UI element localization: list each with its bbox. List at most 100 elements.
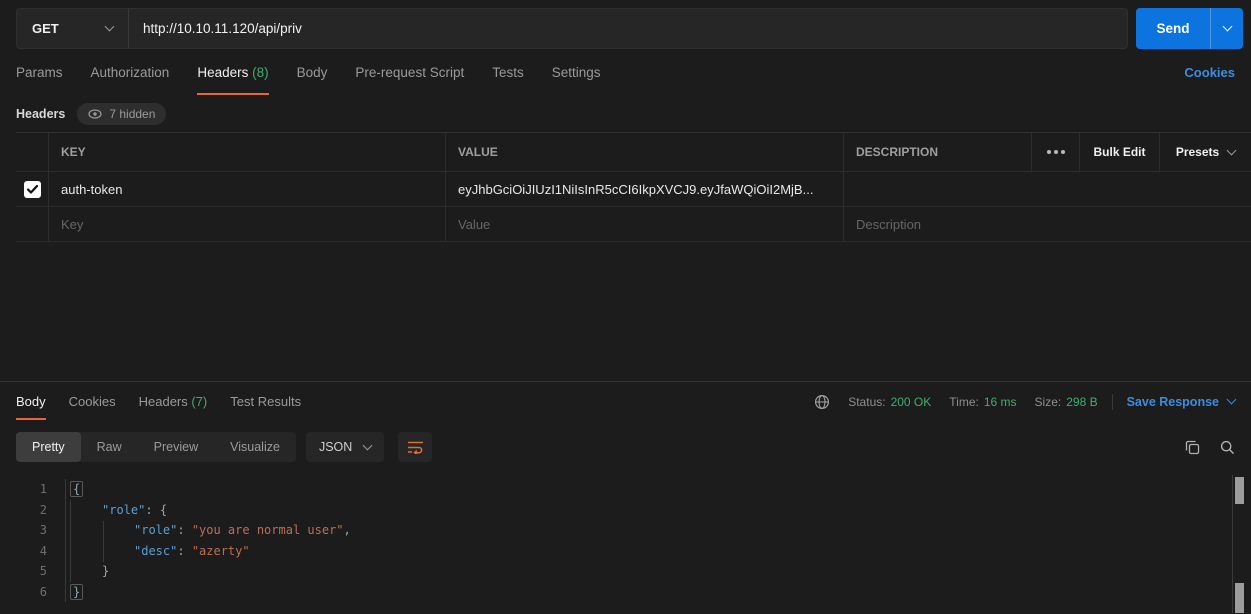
view-raw[interactable]: Raw	[81, 432, 138, 462]
json-punct: :	[145, 503, 159, 517]
method-select[interactable]: GET	[17, 9, 129, 48]
more-options-button[interactable]	[1031, 133, 1079, 171]
json-string-value: "azerty"	[192, 544, 250, 558]
status-value: 200 OK	[891, 395, 932, 409]
json-comma: ,	[344, 523, 351, 537]
row-check-cell	[16, 207, 48, 241]
scrollbar-thumb[interactable]	[1235, 583, 1244, 613]
size-label: Size:	[1035, 395, 1062, 409]
code-content: }	[66, 582, 83, 603]
line-number: 3	[0, 520, 66, 541]
hidden-headers-label: 7 hidden	[109, 107, 155, 121]
json-key: "role"	[102, 503, 145, 517]
header-description-cell[interactable]	[843, 172, 1251, 206]
time-item: Time: 16 ms	[949, 395, 1016, 409]
fold-brace[interactable]: }	[70, 584, 83, 600]
tab-authorization[interactable]: Authorization	[91, 50, 170, 95]
json-key: "desc"	[134, 544, 177, 558]
response-body-viewer: 1 { 2 "role": { 3 "role": "you are norma…	[0, 473, 1251, 613]
headers-panel-header: Headers 7 hidden	[0, 96, 1251, 132]
search-icon	[1220, 440, 1235, 455]
response-tab-headers[interactable]: Headers (7)	[139, 383, 208, 420]
code-content: }	[66, 561, 109, 582]
dot-icon	[1054, 150, 1058, 154]
search-button[interactable]	[1220, 440, 1235, 455]
code-line: 6 }	[0, 582, 1251, 603]
tab-headers-count: (8)	[252, 65, 269, 80]
json-punct: :	[177, 544, 191, 558]
tab-body[interactable]: Body	[297, 50, 328, 95]
headers-panel-title: Headers	[16, 107, 65, 121]
scrollbar-thumb[interactable]	[1235, 477, 1244, 504]
tab-tests[interactable]: Tests	[492, 50, 524, 95]
line-number: 6	[0, 582, 66, 603]
view-preview[interactable]: Preview	[138, 432, 214, 462]
chevron-down-icon	[1227, 145, 1237, 155]
response-tab-test-results[interactable]: Test Results	[230, 383, 301, 420]
send-options-button[interactable]	[1210, 8, 1243, 49]
header-value-cell[interactable]: eyJhbGciOiJIUzI1NiIsInR5cCI6IkpXVCJ9.eyJ…	[445, 172, 843, 206]
code-line: 5 }	[0, 561, 1251, 582]
header-key-cell[interactable]: auth-token	[48, 172, 445, 206]
tab-prerequest-script[interactable]: Pre-request Script	[355, 50, 464, 95]
time-label: Time:	[949, 395, 979, 409]
chevron-down-icon	[1222, 22, 1232, 32]
presets-label: Presets	[1176, 145, 1219, 159]
view-pretty[interactable]: Pretty	[16, 432, 81, 462]
json-punct: :	[177, 523, 191, 537]
save-response-button[interactable]: Save Response	[1127, 395, 1235, 409]
code-line: 3 "role": "you are normal user",	[0, 520, 1251, 541]
chevron-down-icon	[363, 440, 373, 450]
format-dropdown[interactable]: JSON	[306, 432, 384, 462]
tab-params[interactable]: Params	[16, 50, 63, 95]
size-value: 298 B	[1066, 395, 1097, 409]
method-label: GET	[32, 21, 59, 36]
eye-icon	[88, 109, 102, 119]
status-label: Status:	[848, 395, 885, 409]
url-input[interactable]: http://10.10.11.120/api/priv	[129, 9, 1127, 48]
json-string-value: "you are normal user"	[192, 523, 344, 537]
code-content: "desc": "azerty"	[66, 541, 250, 562]
copy-button[interactable]	[1185, 440, 1200, 455]
chevron-down-icon	[1227, 395, 1237, 405]
headers-table: KEY VALUE DESCRIPTION Bulk Edit Presets …	[16, 132, 1251, 242]
header-enabled-checkbox[interactable]	[24, 181, 41, 198]
fold-brace[interactable]: {	[70, 481, 83, 497]
new-description-input[interactable]: Description	[843, 207, 1251, 241]
new-value-input[interactable]: Value	[445, 207, 843, 241]
response-toolbar: Pretty Raw Preview Visualize JSON	[0, 421, 1251, 473]
table-row-placeholder: Key Value Description	[16, 207, 1251, 242]
column-description: DESCRIPTION	[843, 133, 1031, 171]
method-url-container: GET http://10.10.11.120/api/priv	[16, 8, 1128, 49]
code-line: 2 "role": {	[0, 500, 1251, 521]
bulk-edit-button[interactable]: Bulk Edit	[1079, 133, 1159, 171]
network-info-button[interactable]	[814, 394, 830, 410]
scrollbar-track[interactable]	[1232, 475, 1246, 613]
line-number: 4	[0, 541, 66, 562]
code-content: "role": "you are normal user",	[66, 520, 351, 541]
format-label: JSON	[319, 440, 352, 454]
size-item: Size: 298 B	[1035, 395, 1098, 409]
tab-settings[interactable]: Settings	[552, 50, 601, 95]
globe-icon	[814, 394, 830, 410]
response-tab-body[interactable]: Body	[16, 383, 46, 420]
send-button[interactable]: Send	[1136, 8, 1210, 49]
cookies-link[interactable]: Cookies	[1184, 65, 1235, 80]
line-number: 1	[0, 479, 66, 500]
send-split-button: Send	[1136, 8, 1243, 49]
hidden-headers-toggle[interactable]: 7 hidden	[77, 103, 166, 125]
json-brace: {	[160, 503, 167, 517]
indent-guide	[103, 521, 104, 562]
response-tab-cookies[interactable]: Cookies	[69, 383, 116, 420]
response-tabs: Body Cookies Headers (7) Test Results St…	[0, 382, 1251, 421]
wrap-text-button[interactable]	[398, 432, 432, 462]
code-content: "role": {	[66, 500, 167, 521]
json-key: "role"	[134, 523, 177, 537]
new-key-input[interactable]: Key	[48, 207, 445, 241]
view-visualize[interactable]: Visualize	[214, 432, 296, 462]
response-body-actions	[1185, 440, 1235, 455]
code-line: 1 {	[0, 479, 1251, 500]
presets-dropdown[interactable]: Presets	[1159, 133, 1251, 171]
bracket-guide	[70, 500, 71, 582]
tab-headers[interactable]: Headers (8)	[197, 50, 268, 95]
